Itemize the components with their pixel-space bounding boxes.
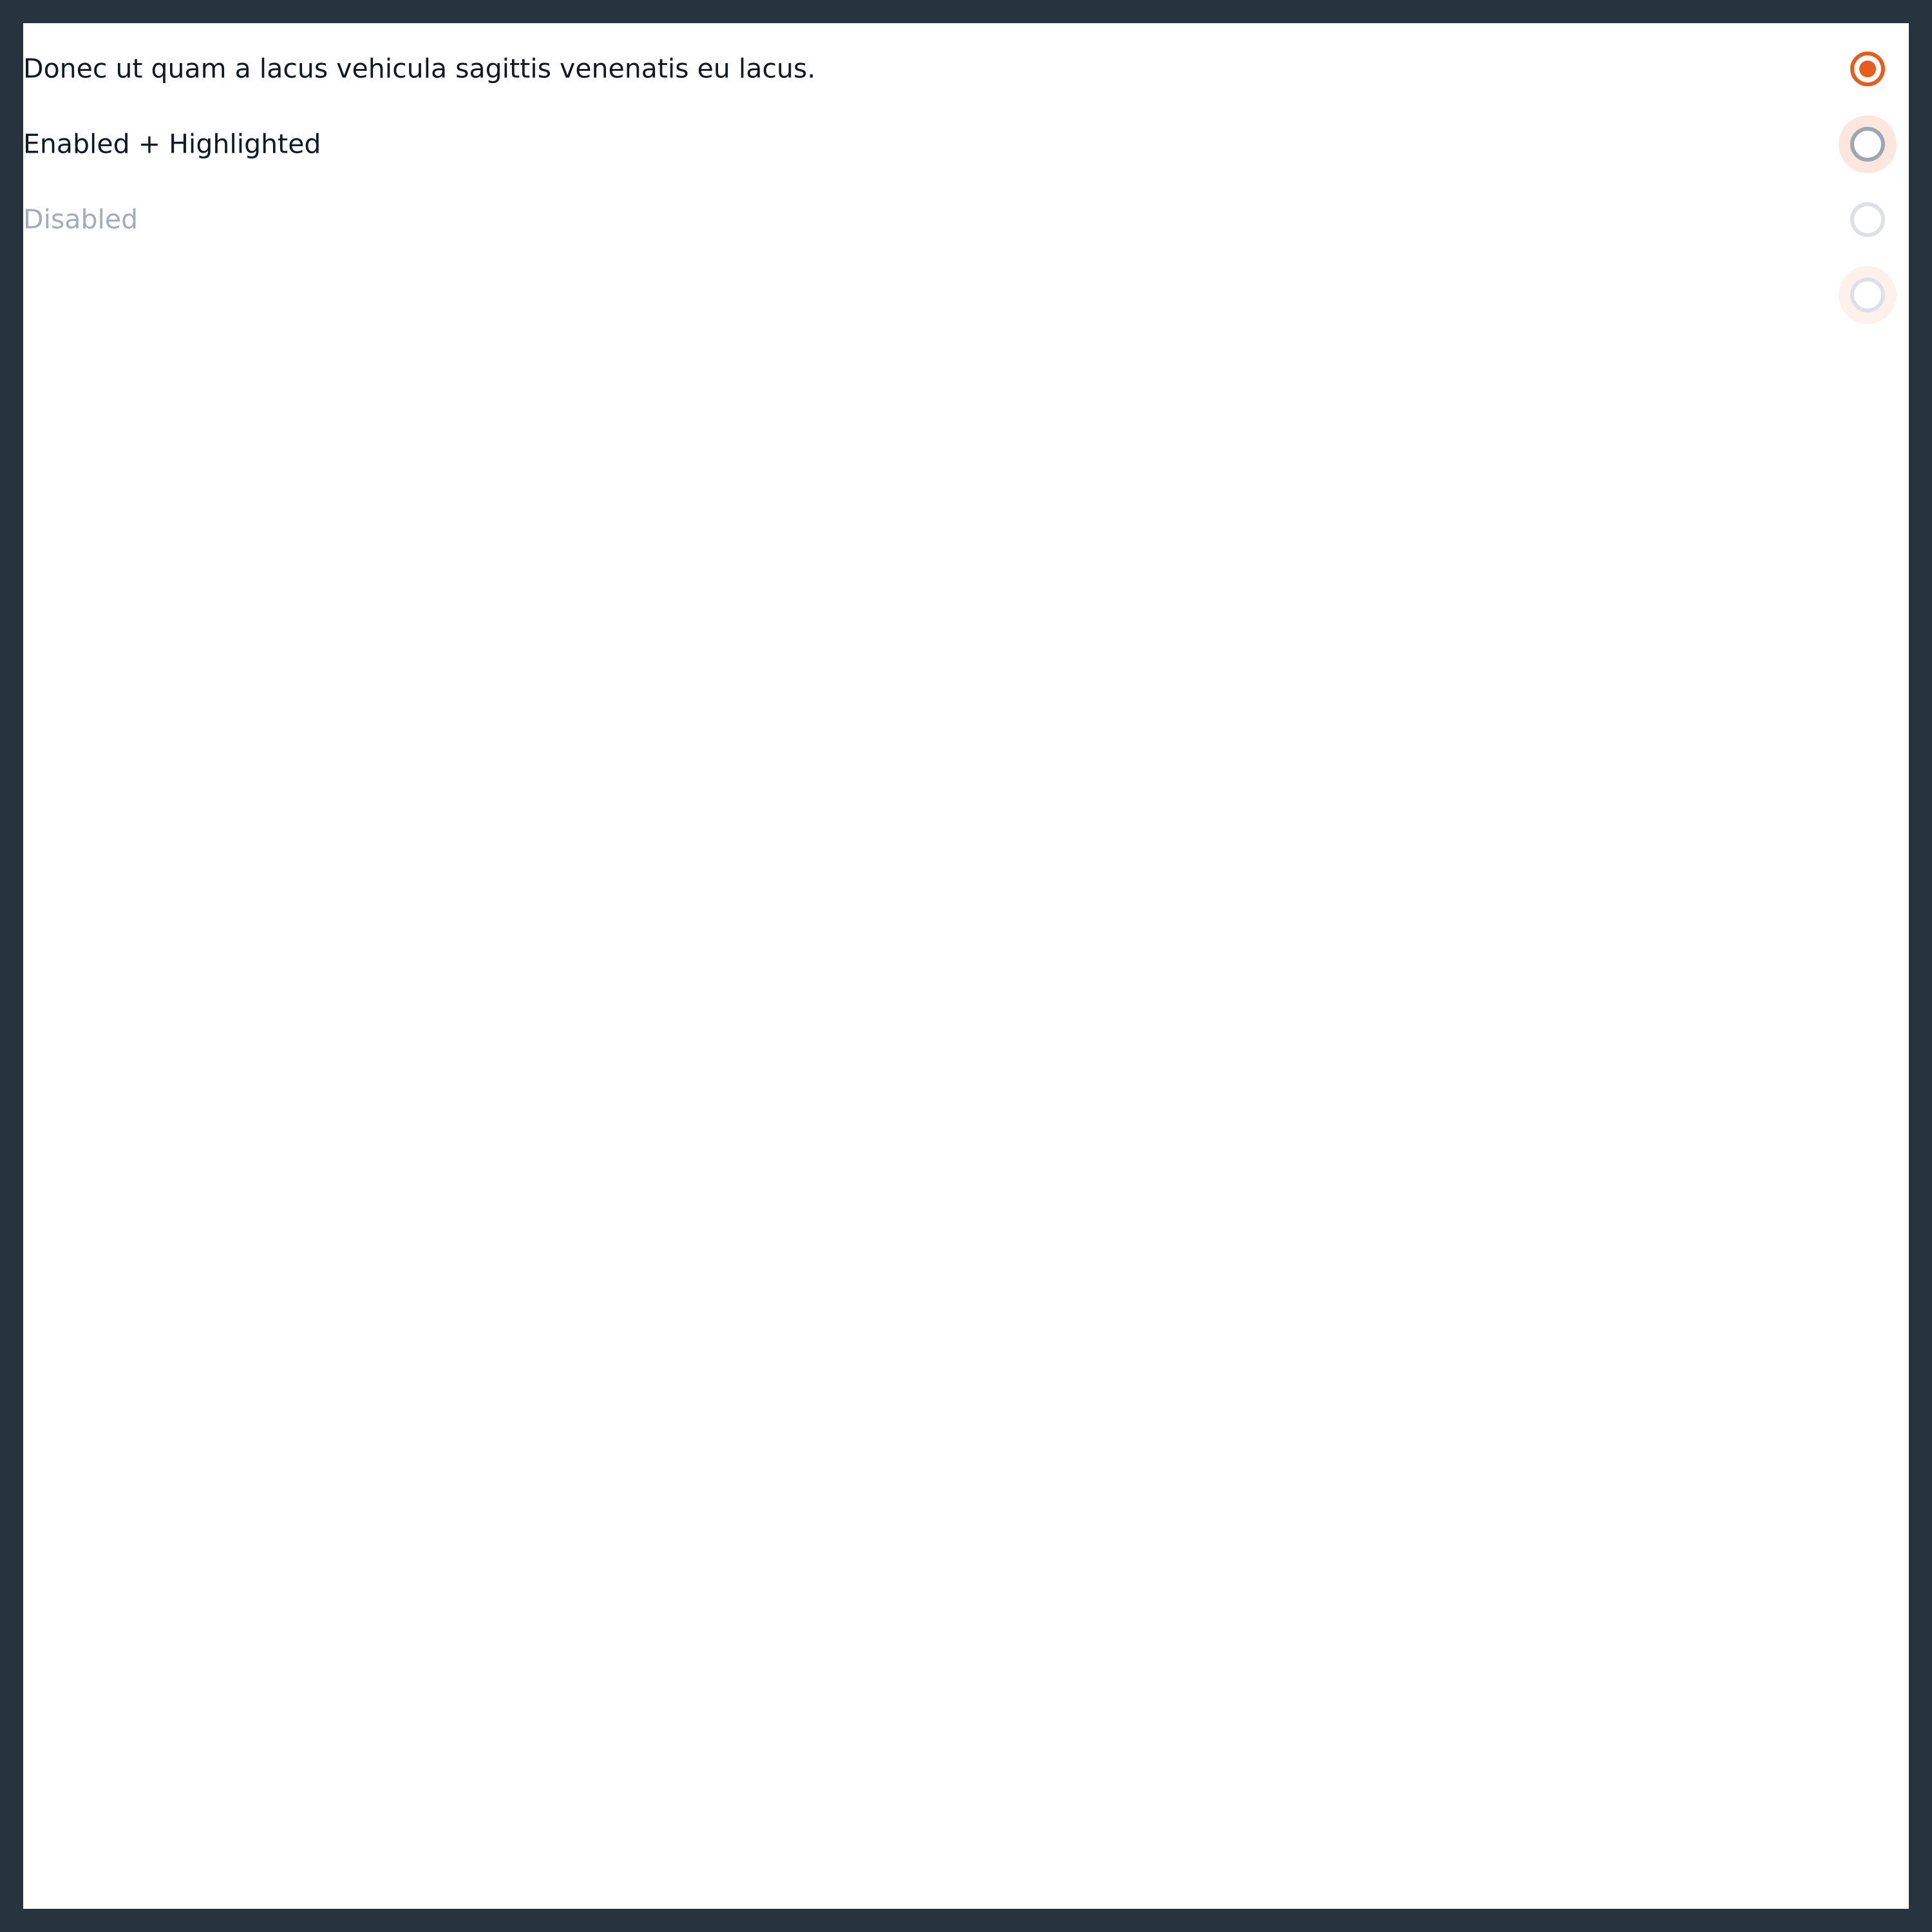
radio-disabled-icon <box>1850 277 1885 312</box>
radio-checked-icon[interactable] <box>1850 51 1885 86</box>
radio-option-enabled-highlighted[interactable]: Enabled + Highlighted <box>23 106 1909 182</box>
radio-option-label: Donec ut quam a lacus vehicula sagittis … <box>23 53 816 84</box>
radio-button-wrapper[interactable] <box>1839 115 1897 173</box>
radio-button-wrapper[interactable] <box>1839 40 1897 98</box>
radio-option-disabled-highlighted <box>23 257 1909 332</box>
radio-button-wrapper <box>1839 191 1897 249</box>
radio-option-disabled: Disabled <box>23 182 1909 257</box>
radio-group-canvas: Donec ut quam a lacus vehicula sagittis … <box>23 23 1909 1909</box>
radio-option-label: Enabled + Highlighted <box>23 128 321 159</box>
radio-disabled-icon <box>1850 202 1885 237</box>
radio-button-wrapper <box>1839 265 1897 324</box>
radio-option-checked[interactable]: Donec ut quam a lacus vehicula sagittis … <box>23 31 1909 106</box>
radio-unchecked-icon[interactable] <box>1850 126 1885 162</box>
radio-option-label: Disabled <box>23 204 138 234</box>
